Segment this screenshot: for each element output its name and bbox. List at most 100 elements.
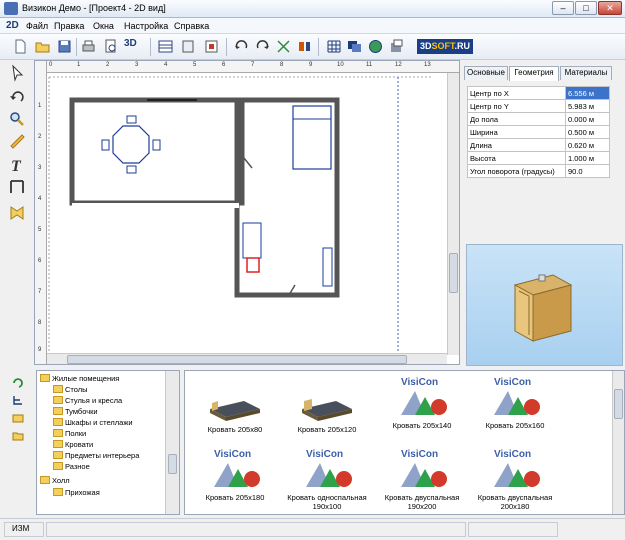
plan-horizontal-scrollbar[interactable] [47,353,447,364]
plan-vscroll-thumb[interactable] [449,253,458,293]
ruler-h-tick: 1 [77,62,81,68]
property-row[interactable]: Длина 0.620 м [467,138,610,152]
windows-button[interactable] [346,38,363,55]
catalog-scrollbar[interactable] [612,371,624,514]
chair-right[interactable] [152,139,161,151]
tree-item-label: Жилые помещения [52,374,120,383]
tree-item[interactable]: Кровати [53,440,93,451]
tree-view-icon[interactable] [12,394,24,406]
left-room-walls[interactable] [69,97,245,206]
menu-edit[interactable]: Правка [54,21,84,31]
tree-item[interactable]: Стулья и кресла [53,396,122,407]
property-row[interactable]: Высота 1.000 м [467,151,610,165]
furniture-catalog[interactable]: Кровать 205х80 Кровать 205х120 VisiCon К… [184,370,625,515]
catalog-item[interactable]: VisiCon Кровать 205х180 [185,447,285,502]
rotate-left-button[interactable] [233,38,250,55]
refresh-icon[interactable] [12,376,24,388]
new-file-button[interactable] [12,38,29,55]
plan-vertical-scrollbar[interactable] [447,73,459,355]
property-row[interactable]: Центр по X 6.556 м [467,86,610,100]
close-button[interactable]: ✕ [598,1,622,15]
ruler-v-tick: 8 [38,320,42,326]
tree-scrollbar[interactable] [165,371,179,514]
property-value[interactable]: 0.000 м [565,112,610,126]
object-3d-preview[interactable] [466,244,623,366]
tab-geometry[interactable]: Геометрия [509,66,559,81]
align-button[interactable] [296,38,313,55]
tree-scroll-thumb[interactable] [168,454,177,474]
view-3d-button[interactable]: 3D [124,38,141,55]
property-row[interactable]: До пола 0.000 м [467,112,610,126]
undo-tool-icon[interactable] [8,88,26,106]
property-value[interactable]: 0.620 м [565,138,610,152]
tree-item[interactable]: Шкафы и стеллажи [53,418,133,429]
open-folder-icon[interactable] [12,430,24,442]
property-value[interactable]: 5.983 м [565,99,610,113]
maximize-button[interactable]: □ [575,1,597,15]
octagon-table[interactable] [112,125,150,164]
print-button[interactable] [80,38,97,55]
chair-top[interactable] [126,115,137,124]
catalog-item[interactable]: Кровать 205х80 [185,379,285,434]
ruler-v-tick: 5 [38,227,42,233]
tree-item[interactable]: Прихожая [53,488,100,499]
menu-windows[interactable]: Окна [93,21,114,31]
ruler-h-tick: 11 [366,62,373,68]
snap-button[interactable] [275,38,292,55]
ruler-tool-icon[interactable] [8,132,26,150]
text-tool-icon[interactable]: T [8,156,26,175]
tree-item[interactable]: Жилые помещения [40,374,119,385]
menu-help[interactable]: Справка [174,21,209,31]
globe-icon[interactable] [367,38,384,55]
wall-tool-icon[interactable] [8,178,26,196]
wardrobe-object[interactable] [322,247,333,287]
property-row[interactable]: Центр по Y 5.983 м [467,99,610,113]
tree-item[interactable]: Тумбочки [53,407,98,418]
catalog-button[interactable] [203,38,220,55]
catalog-item[interactable]: VisiCon Кровать односпальная 190х100 [277,447,377,511]
selected-object[interactable] [246,257,260,273]
bed-object[interactable] [292,105,332,170]
tab-materials[interactable]: Материалы [560,66,612,80]
chair-left[interactable] [101,139,110,151]
settings-icon[interactable] [388,38,405,55]
chair-bottom[interactable] [126,165,137,174]
property-value[interactable]: 90.0 [565,164,610,178]
tree-item-label: Кровати [65,440,94,449]
property-value[interactable]: 0.500 м [565,125,610,139]
plan-2d-view[interactable]: 0 1 2 3 4 5 6 7 8 9 10 11 12 13 1 2 3 4 … [34,60,460,365]
tree-item[interactable]: Разное [53,462,90,473]
menu-settings[interactable]: Настройка [124,21,168,31]
zoom-tool-icon[interactable] [8,110,26,128]
door-tool-icon[interactable] [8,204,26,222]
menu-file[interactable]: Файл [26,21,48,31]
tree-item[interactable]: Предметы интерьера [53,451,139,462]
print-preview-button[interactable] [102,38,119,55]
catalog-item[interactable]: VisiCon Кровать 205х140 [372,375,472,430]
property-value[interactable]: 1.000 м [565,151,610,165]
select-tool-icon[interactable] [8,64,26,82]
rotate-right-button[interactable] [254,38,271,55]
folder-icon[interactable] [12,412,24,424]
grid-view-button[interactable] [157,38,174,55]
catalog-item[interactable]: VisiCon Кровать двуспальная 200х180 [465,447,565,511]
grid-button[interactable] [325,38,342,55]
catalog-item[interactable]: VisiCon Кровать двуспальная 190х200 [372,447,472,511]
property-row[interactable]: Угол поворота (градусы) 90.0 [467,164,610,178]
catalog-item[interactable]: Кровать 205х120 [277,379,377,434]
property-value[interactable]: 6.556 м [565,86,610,100]
catalog-scroll-thumb[interactable] [614,389,623,419]
save-button[interactable] [56,38,73,55]
cabinet-object[interactable] [242,222,262,259]
open-file-button[interactable] [34,38,51,55]
tree-item[interactable]: Столы [53,385,88,396]
layers-button[interactable] [180,38,197,55]
minimize-button[interactable]: – [552,1,574,15]
category-tree[interactable]: Жилые помещения Столы Стулья и кресла Ту… [36,370,180,515]
tree-item[interactable]: Полки [53,429,86,440]
plan-hscroll-thumb[interactable] [67,355,407,364]
tab-basic[interactable]: Основные [464,66,508,80]
tree-item[interactable]: Холл [40,476,70,487]
catalog-item[interactable]: VisiCon Кровать 205х160 [465,375,565,430]
property-row[interactable]: Ширина 0.500 м [467,125,610,139]
